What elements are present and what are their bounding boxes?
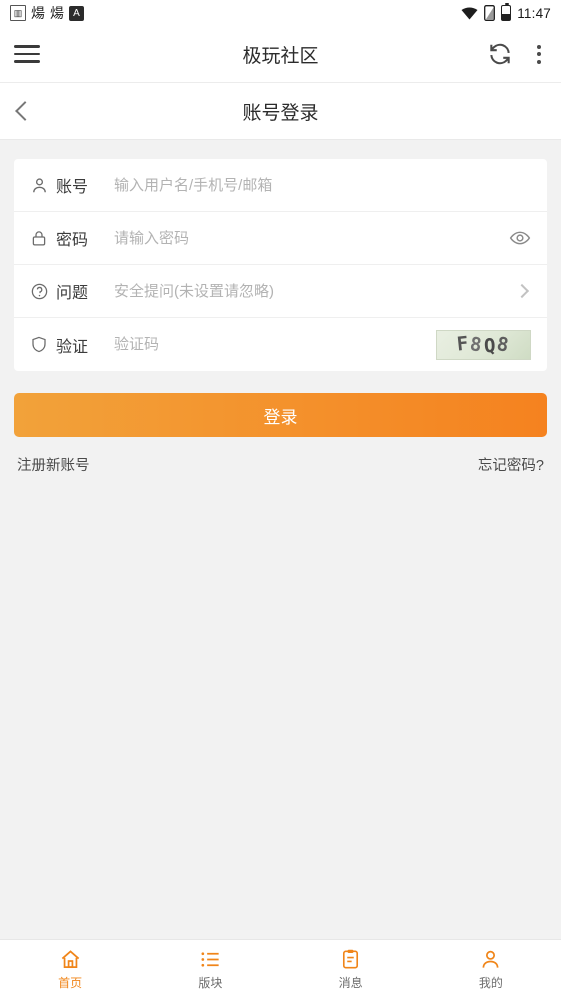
password-input[interactable] — [108, 229, 509, 247]
field-label-password: 密码 — [56, 232, 89, 249]
field-password[interactable]: 密码 — [14, 212, 547, 265]
account-input[interactable] — [108, 176, 531, 194]
app-screen: ▥ 煬 煬 A 11:47 极玩社区 账号登录 账号 输入用户名/手机号/邮箱 … — [0, 0, 561, 999]
nav-label-home: 首页 — [58, 976, 83, 990]
status-bar-left-icons: ▥ 煬 煬 A — [10, 5, 84, 21]
battery-icon — [501, 3, 512, 21]
person-icon — [482, 950, 499, 968]
register-link[interactable]: 注册新账号 — [17, 454, 90, 475]
page-title: 账号登录 — [242, 102, 319, 124]
message-icon — [343, 949, 359, 969]
back-chevron-icon[interactable] — [15, 101, 35, 121]
captcha-char: 8 — [468, 332, 485, 357]
field-security-question[interactable]: 问题 — [14, 265, 547, 318]
status-bar-right-icons: 11:47 — [461, 3, 551, 21]
nav-label-forum: 版块 — [198, 976, 223, 990]
nav-item-home[interactable]: 首页 — [0, 940, 140, 999]
login-form-card: 账号 密码 — [14, 159, 547, 371]
status-bar-time: 11:47 — [517, 5, 551, 21]
app-bar: 极玩社区 — [0, 26, 561, 83]
bottom-nav: 首页 版块 消息 我的 — [0, 939, 561, 999]
login-button[interactable]: 登录 — [14, 393, 547, 437]
refresh-icon[interactable] — [487, 41, 513, 67]
user-icon — [30, 176, 56, 195]
captcha-image[interactable]: F 8 Q 8 — [436, 329, 531, 360]
hamburger-icon[interactable] — [14, 45, 40, 63]
eye-icon[interactable] — [509, 227, 531, 249]
field-account[interactable]: 账号 — [14, 159, 547, 212]
auth-links: 注册新账号 忘记密码? — [17, 454, 544, 475]
a-badge-icon: A — [69, 5, 84, 21]
nav-label-messages: 消息 — [338, 976, 363, 990]
nav-item-forum[interactable]: 版块 — [140, 940, 280, 999]
field-label-account: 账号 — [56, 179, 89, 196]
forgot-password-link[interactable]: 忘记密码? — [478, 454, 544, 475]
sim-icon — [484, 5, 496, 21]
question-icon — [30, 282, 56, 301]
nav-item-profile[interactable]: 我的 — [421, 940, 561, 999]
field-captcha[interactable]: 验证 F 8 Q 8 — [14, 318, 547, 371]
flame-icon: 煬 — [31, 5, 45, 21]
wifi-icon — [461, 7, 478, 20]
nav-label-profile: 我的 — [478, 976, 503, 990]
status-bar: ▥ 煬 煬 A 11:47 — [0, 0, 561, 26]
main-content: 账号 密码 — [0, 140, 561, 939]
field-label-captcha: 验证 — [56, 338, 89, 356]
home-icon — [61, 950, 79, 969]
security-question-input[interactable] — [108, 282, 517, 300]
sub-header: 账号登录 — [0, 83, 561, 140]
shield-icon — [30, 335, 56, 354]
photo-icon: ▥ — [10, 5, 26, 21]
nav-item-messages[interactable]: 消息 — [281, 940, 421, 999]
captcha-input[interactable] — [108, 336, 436, 353]
flame-icon: 煬 — [50, 5, 64, 21]
list-icon — [201, 952, 219, 967]
captcha-char: 8 — [495, 332, 513, 357]
chevron-right-icon[interactable] — [514, 283, 530, 299]
app-title: 极玩社区 — [242, 45, 319, 67]
app-bar-actions — [487, 41, 547, 67]
lock-icon — [30, 229, 56, 248]
field-label-security-question: 问题 — [56, 285, 89, 302]
more-vertical-icon[interactable] — [531, 43, 547, 66]
